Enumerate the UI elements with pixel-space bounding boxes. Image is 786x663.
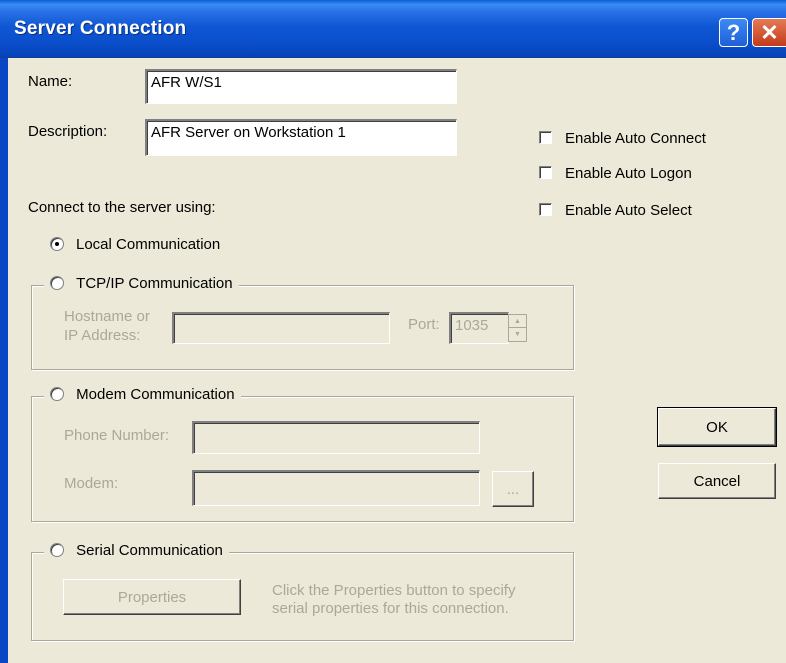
window-title: Server Connection [14,18,187,39]
local-communication-radio[interactable] [50,237,64,251]
local-communication-label[interactable]: Local Communication [76,236,220,253]
help-button[interactable]: ? [719,18,748,47]
window-left-border [0,58,8,663]
cancel-button[interactable]: Cancel [658,463,776,499]
auto-select-checkbox[interactable] [539,203,552,216]
description-label: Description: [28,123,108,140]
hostname-label-line1: Hostname or [64,308,150,325]
serial-radio[interactable] [50,543,64,557]
modem-legend: Modem Communication [44,386,241,403]
tcpip-legend: TCP/IP Communication [44,275,239,292]
properties-button[interactable]: Properties [63,579,241,615]
auto-logon-checkbox[interactable] [539,166,552,179]
modem-radio[interactable] [50,387,64,401]
close-icon: ✕ [760,19,779,45]
help-icon: ? [726,19,741,45]
description-field-value: AFR Server on Workstation 1 [151,124,346,141]
port-field[interactable]: 1035 [449,312,509,344]
cancel-button-label: Cancel [693,472,741,490]
tcpip-label[interactable]: TCP/IP Communication [76,275,232,292]
close-button[interactable]: ✕ [752,18,786,47]
name-field[interactable]: AFR W/S1 [145,69,457,104]
auto-connect-label[interactable]: Enable Auto Connect [565,130,706,147]
radio-selected-dot [55,242,59,246]
port-label: Port: [408,316,440,333]
modem-label[interactable]: Modem Communication [76,386,234,403]
tcpip-radio[interactable] [50,276,64,290]
auto-connect-checkbox[interactable] [539,131,552,144]
name-field-value: AFR W/S1 [151,74,222,91]
title-bar[interactable]: Server Connection ? ✕ [0,0,786,58]
modem-browse-button[interactable]: ... [492,471,534,507]
port-down-arrow-icon[interactable]: ▼ [509,328,526,341]
port-up-arrow-icon[interactable]: ▲ [509,315,526,328]
ok-button[interactable]: OK [657,407,777,447]
serial-hint-line2: serial properties for this connection. [272,600,509,617]
name-label: Name: [28,73,73,90]
properties-button-label: Properties [117,588,187,606]
auto-logon-label[interactable]: Enable Auto Logon [565,165,692,182]
serial-hint-line1: Click the Properties button to specify [272,582,516,599]
hostname-label-line2: IP Address: [64,327,141,344]
serial-legend: Serial Communication [44,542,229,559]
ok-button-label: OK [706,418,728,436]
modem-browse-label: ... [506,480,520,498]
connect-using-label: Connect to the server using: [28,199,216,216]
server-connection-dialog: Server Connection ? ✕ Name: AFR W/S1 Des… [0,0,786,663]
serial-label[interactable]: Serial Communication [76,542,223,559]
modem-field-label: Modem: [64,475,119,492]
description-field[interactable]: AFR Server on Workstation 1 [145,119,457,156]
hostname-field[interactable] [172,312,390,344]
port-spinner[interactable]: ▲ ▼ [508,314,527,342]
auto-select-label[interactable]: Enable Auto Select [565,202,692,219]
phone-number-field[interactable] [192,421,480,454]
modem-select[interactable] [192,470,480,506]
port-field-value: 1035 [455,317,489,334]
phone-number-label: Phone Number: [64,427,170,444]
